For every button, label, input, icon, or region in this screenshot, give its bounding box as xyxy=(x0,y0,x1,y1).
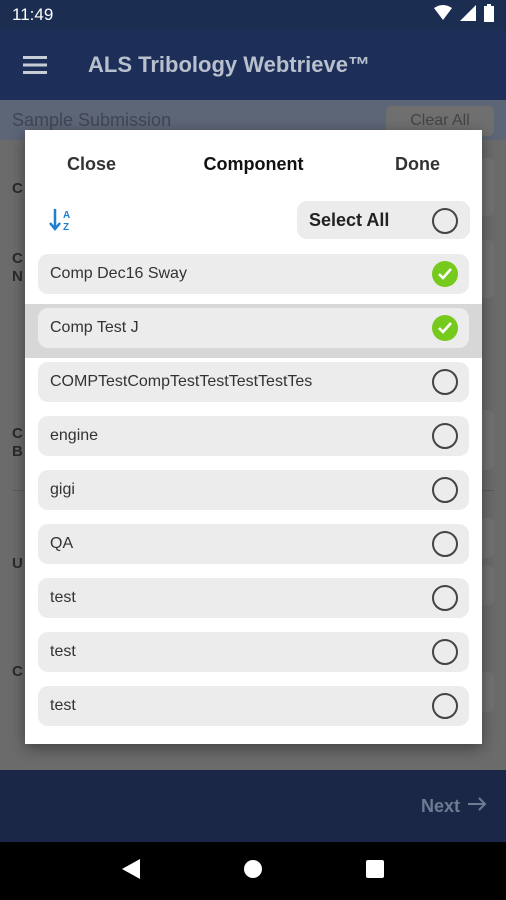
list-item[interactable]: QA xyxy=(25,520,482,574)
radio-unchecked-icon xyxy=(432,693,458,719)
list-item-row[interactable]: QA xyxy=(38,524,469,564)
radio-unchecked-icon xyxy=(432,208,458,234)
app-bar: ALS Tribology Webtrieve™ xyxy=(0,30,506,100)
list-item-row[interactable]: gigi xyxy=(38,470,469,510)
list-item-row[interactable]: Comp Test J xyxy=(38,308,469,348)
select-all-toggle[interactable]: Select All xyxy=(297,201,470,239)
check-circle-icon xyxy=(432,315,458,341)
list-item[interactable]: COMPTestCompTestTestTestTestTes xyxy=(25,358,482,412)
bg-field-label: B xyxy=(12,443,23,460)
list-item-label: Comp Dec16 Sway xyxy=(50,265,187,282)
list-item[interactable]: engine xyxy=(25,412,482,466)
app-title: ALS Tribology Webtrieve™ xyxy=(88,52,370,77)
battery-icon xyxy=(484,3,494,27)
radio-unchecked-icon xyxy=(432,639,458,665)
bg-field-label: C xyxy=(12,425,23,442)
check-circle-icon xyxy=(432,261,458,287)
bg-field-label: C xyxy=(12,250,23,267)
system-nav-bar xyxy=(0,842,506,900)
status-bar: 11:49 xyxy=(0,0,506,30)
back-icon[interactable] xyxy=(121,858,140,884)
wifi-icon xyxy=(434,4,452,26)
home-icon[interactable] xyxy=(243,859,263,884)
arrow-right-icon xyxy=(468,796,488,817)
done-button[interactable]: Done xyxy=(395,154,440,175)
list-item-row[interactable]: Comp Dec16 Sway xyxy=(38,254,469,294)
list-item[interactable]: Comp Test J xyxy=(25,304,482,358)
recents-icon[interactable] xyxy=(366,859,385,883)
select-all-label: Select All xyxy=(309,209,390,230)
list-item-row[interactable]: engine xyxy=(38,416,469,456)
bg-field-label: C xyxy=(12,180,23,197)
list-item-label: COMPTestCompTestTestTestTestTes xyxy=(50,373,313,390)
radio-unchecked-icon xyxy=(432,423,458,449)
list-item[interactable]: Comp Dec16 Sway xyxy=(25,250,482,304)
list-item[interactable]: test xyxy=(25,682,482,736)
list-item[interactable]: test xyxy=(25,574,482,628)
svg-text:A: A xyxy=(63,210,70,221)
next-button[interactable]: Next xyxy=(421,796,488,817)
radio-unchecked-icon xyxy=(432,477,458,503)
bg-field-label: C xyxy=(12,663,23,680)
component-picker-dialog: Close Component Done A Z Select All Comp… xyxy=(25,130,482,744)
list-item[interactable]: test xyxy=(25,628,482,682)
radio-unchecked-icon xyxy=(432,531,458,557)
list-item-label: test xyxy=(50,643,76,660)
list-item-row[interactable]: test xyxy=(38,632,469,672)
radio-unchecked-icon xyxy=(432,369,458,395)
bottom-bar: Next xyxy=(0,770,506,842)
radio-unchecked-icon xyxy=(432,585,458,611)
list-item-row[interactable]: test xyxy=(38,686,469,726)
bg-field-label: U xyxy=(12,555,23,572)
list-item[interactable]: gigi xyxy=(25,466,482,520)
status-time: 11:49 xyxy=(12,5,54,24)
list-item-label: gigi xyxy=(50,481,75,498)
signal-icon xyxy=(460,4,476,26)
sort-az-icon[interactable]: A Z xyxy=(49,208,75,237)
list-item-label: test xyxy=(50,697,76,714)
list-item-label: QA xyxy=(50,535,74,552)
svg-text:Z: Z xyxy=(63,222,69,232)
sub-header-title: Sample Submission xyxy=(12,110,172,130)
hamburger-menu-icon[interactable] xyxy=(0,56,70,74)
list-item-label: Comp Test J xyxy=(50,319,139,336)
list-item-row[interactable]: test xyxy=(38,578,469,618)
dialog-header: Close Component Done xyxy=(25,130,482,198)
next-label: Next xyxy=(420,795,460,816)
bg-field-label: N xyxy=(12,268,23,285)
list-item-label: test xyxy=(50,589,76,606)
list-item-label: engine xyxy=(50,427,99,444)
list-item-row[interactable]: COMPTestCompTestTestTestTestTes xyxy=(38,362,469,402)
